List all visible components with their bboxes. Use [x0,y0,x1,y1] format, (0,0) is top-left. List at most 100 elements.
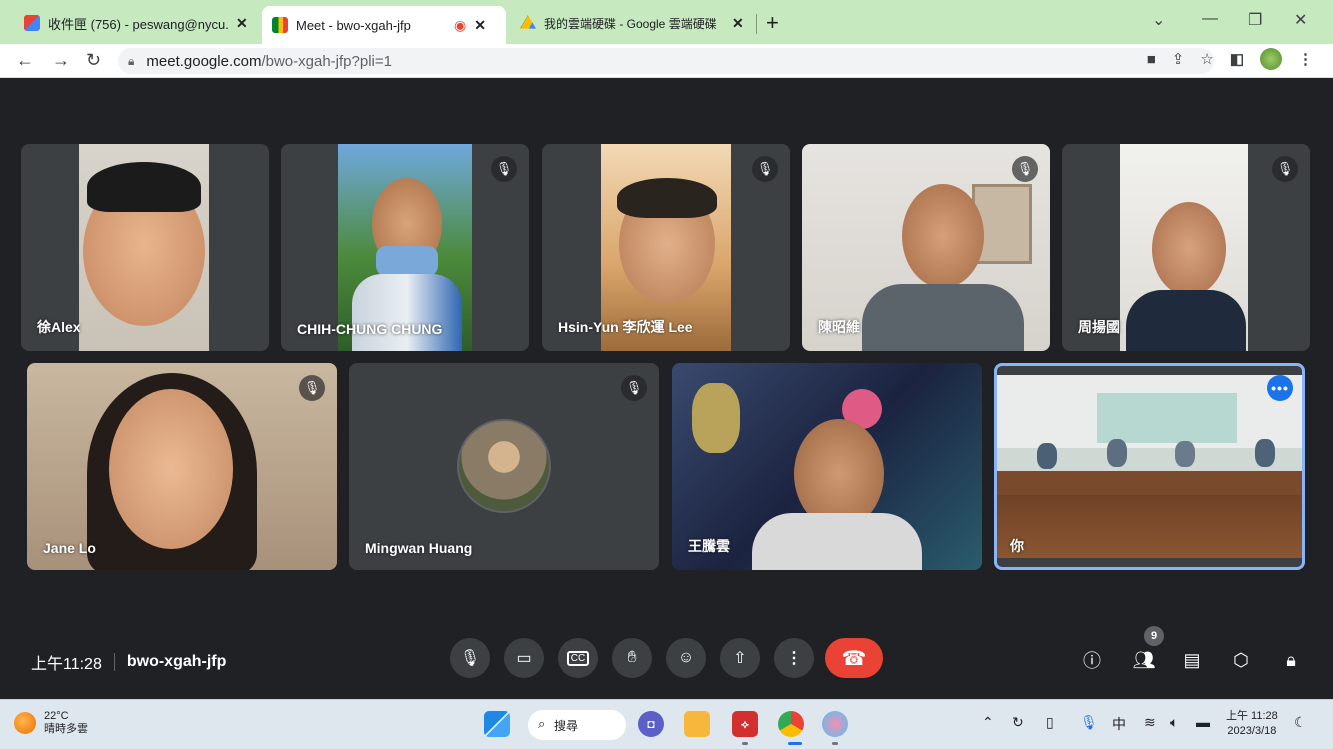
participant-tile[interactable]: 🎙︎ 陳昭維 [802,144,1050,351]
file-explorer-icon[interactable] [684,711,710,737]
system-clock[interactable]: 上午 11:28 2023/3/18 [1226,709,1278,739]
participant-name: Jane Lo [43,540,96,556]
camera-button[interactable]: ▭ [504,638,544,678]
side-panel-icon[interactable]: ◧ [1230,50,1244,68]
windows-taskbar: 22°C 晴時多雲 ⌕ 搜尋 ◘ ⟡ ⌃ ↻ ▯ 🎙︎ 中 ≋ 🔈︎ ▬ 上午 … [0,699,1333,749]
participant-tile[interactable]: 🎙︎ 周揚國 [1062,144,1310,351]
url-field[interactable]: 🔒︎ meet.google.com /bwo-xgah-jfp?pli=1 [118,48,1214,74]
sync-icon[interactable]: ↻ [1012,714,1024,731]
participant-name: CHIH-CHUNG CHUNG [297,321,443,337]
tab-gmail[interactable]: 收件匣 (756) - peswang@nycu.e ✕ [14,6,258,40]
drive-icon [520,15,536,29]
hand-icon: ✋︎ [627,649,637,666]
divider [113,653,115,671]
close-tab-icon[interactable]: ✕ [236,15,248,32]
tray-overflow-icon[interactable]: ⌃ [982,714,994,731]
participant-video [79,144,209,351]
paint-icon[interactable] [822,711,848,737]
meet-icon [272,17,288,33]
weather-widget[interactable]: 22°C 晴時多雲 [14,710,88,736]
meeting-time: 上午11:28 [31,656,102,673]
volume-icon[interactable]: 🔈︎ [1170,714,1178,731]
restore-icon[interactable]: ❐ [1248,10,1262,30]
reactions-button[interactable]: ☺ [666,638,706,678]
more-options-button[interactable]: ⋮ [774,638,814,678]
info-icon: ⓘ [1083,651,1101,671]
participant-name: 陳昭維 [818,319,860,335]
participant-tile[interactable]: 徐Alex [21,144,269,351]
self-view-tile[interactable]: ••• 你 [994,363,1305,570]
chat-button[interactable]: ▤ [1178,646,1206,674]
participant-tile[interactable]: 🎙︎ Mingwan Huang [349,363,659,570]
avatar [457,419,551,513]
participant-tile[interactable]: 🎙︎ Hsin-Yun 李欣運 Lee [542,144,790,351]
share-icon[interactable]: ⇪ [1172,50,1185,68]
back-icon[interactable]: ← [16,50,34,71]
tab-title: 我的雲端硬碟 - Google 雲端硬碟 [544,16,717,31]
people-button[interactable]: 👥︎ [1130,646,1158,674]
notifications-icon[interactable]: ☾ [1294,714,1307,731]
participant-tile[interactable]: 🎙︎ Jane Lo [27,363,337,570]
new-tab-icon[interactable]: + [766,10,779,36]
people-count-badge: 9 [1144,626,1164,646]
participant-name: 王騰雲 [688,538,730,554]
more-options-icon[interactable]: ••• [1267,375,1293,401]
mic-muted-icon: 🎙︎ [621,375,647,401]
reload-icon[interactable]: ↻ [86,50,101,71]
more-vert-icon: ⋮ [786,650,802,667]
running-indicator [742,742,748,745]
lock-icon[interactable]: 🔒︎ [128,54,134,69]
wifi-icon[interactable]: ≋ [1144,714,1156,731]
participant-video [338,144,472,351]
active-indicator [788,742,802,745]
activities-button[interactable]: ⬡ [1227,646,1255,674]
tab-search-icon[interactable]: ⌄ [1152,10,1165,30]
host-controls-button[interactable]: 🔒︎ [1277,646,1305,674]
forward-icon[interactable]: → [52,50,70,71]
browser-toolbar-icons: ■ ⇪ ☆ ◧ ⋮ [1147,48,1313,70]
ime-indicator[interactable]: 中 [1112,714,1126,734]
url-host: meet.google.com [146,52,262,70]
battery-icon[interactable]: ▬ [1196,714,1210,730]
microphone-button[interactable]: 🎙︎ [450,638,490,678]
end-call-icon: ☎ [841,647,867,670]
url-path: /bwo-xgah-jfp?pli=1 [261,52,392,70]
tab-meet[interactable]: Meet - bwo-xgah-jfp ◉ ✕ [262,6,506,44]
start-windows-icon[interactable] [484,711,510,737]
chrome-icon[interactable] [778,711,804,737]
clock-time: 上午 11:28 [1226,710,1278,722]
close-tab-icon[interactable]: ✕ [474,17,486,34]
usb-icon[interactable]: ▯ [1046,714,1054,731]
close-window-icon[interactable]: ✕ [1294,10,1307,30]
minimize-icon[interactable]: — [1202,10,1218,28]
hair [87,162,201,212]
present-button[interactable]: ⇧ [720,638,760,678]
tab-drive[interactable]: 我的雲端硬碟 - Google 雲端硬碟 ✕ [510,6,756,40]
participant-tile[interactable]: 🎙︎ CHIH-CHUNG CHUNG [281,144,529,351]
clock-date: 2023/3/18 [1227,725,1277,737]
menu-kebab-icon[interactable]: ⋮ [1298,50,1313,68]
bookmark-star-icon[interactable]: ☆ [1200,50,1213,68]
meeting-details-button[interactable]: ⓘ [1078,646,1106,674]
captions-button[interactable]: CC [558,638,598,678]
present-screen-icon: ⇧ [733,650,747,667]
face [1152,202,1226,296]
attendee [1037,443,1057,469]
raise-hand-button[interactable]: ✋︎ [612,638,652,678]
camera-in-use-icon[interactable]: ■ [1147,51,1156,68]
leave-call-button[interactable]: ☎ [825,638,883,678]
participant-tile[interactable]: 王騰雲 [672,363,982,570]
participant-video [997,375,1302,558]
tab-separator [756,14,757,34]
microphone-in-use-icon[interactable]: 🎙︎ [1080,714,1098,731]
window-blinds [1097,393,1237,443]
shirt [862,284,1024,351]
chat-app-icon[interactable]: ◘ [638,711,664,737]
close-tab-icon[interactable]: ✕ [732,15,744,32]
taskbar-search[interactable]: ⌕ 搜尋 [528,710,626,740]
acrobat-icon[interactable]: ⟡ [732,711,758,737]
weather-sun-icon [14,712,36,734]
profile-avatar[interactable] [1260,48,1282,70]
activities-icon: ⬡ [1233,649,1249,670]
mic-muted-icon: 🎙︎ [299,375,325,401]
